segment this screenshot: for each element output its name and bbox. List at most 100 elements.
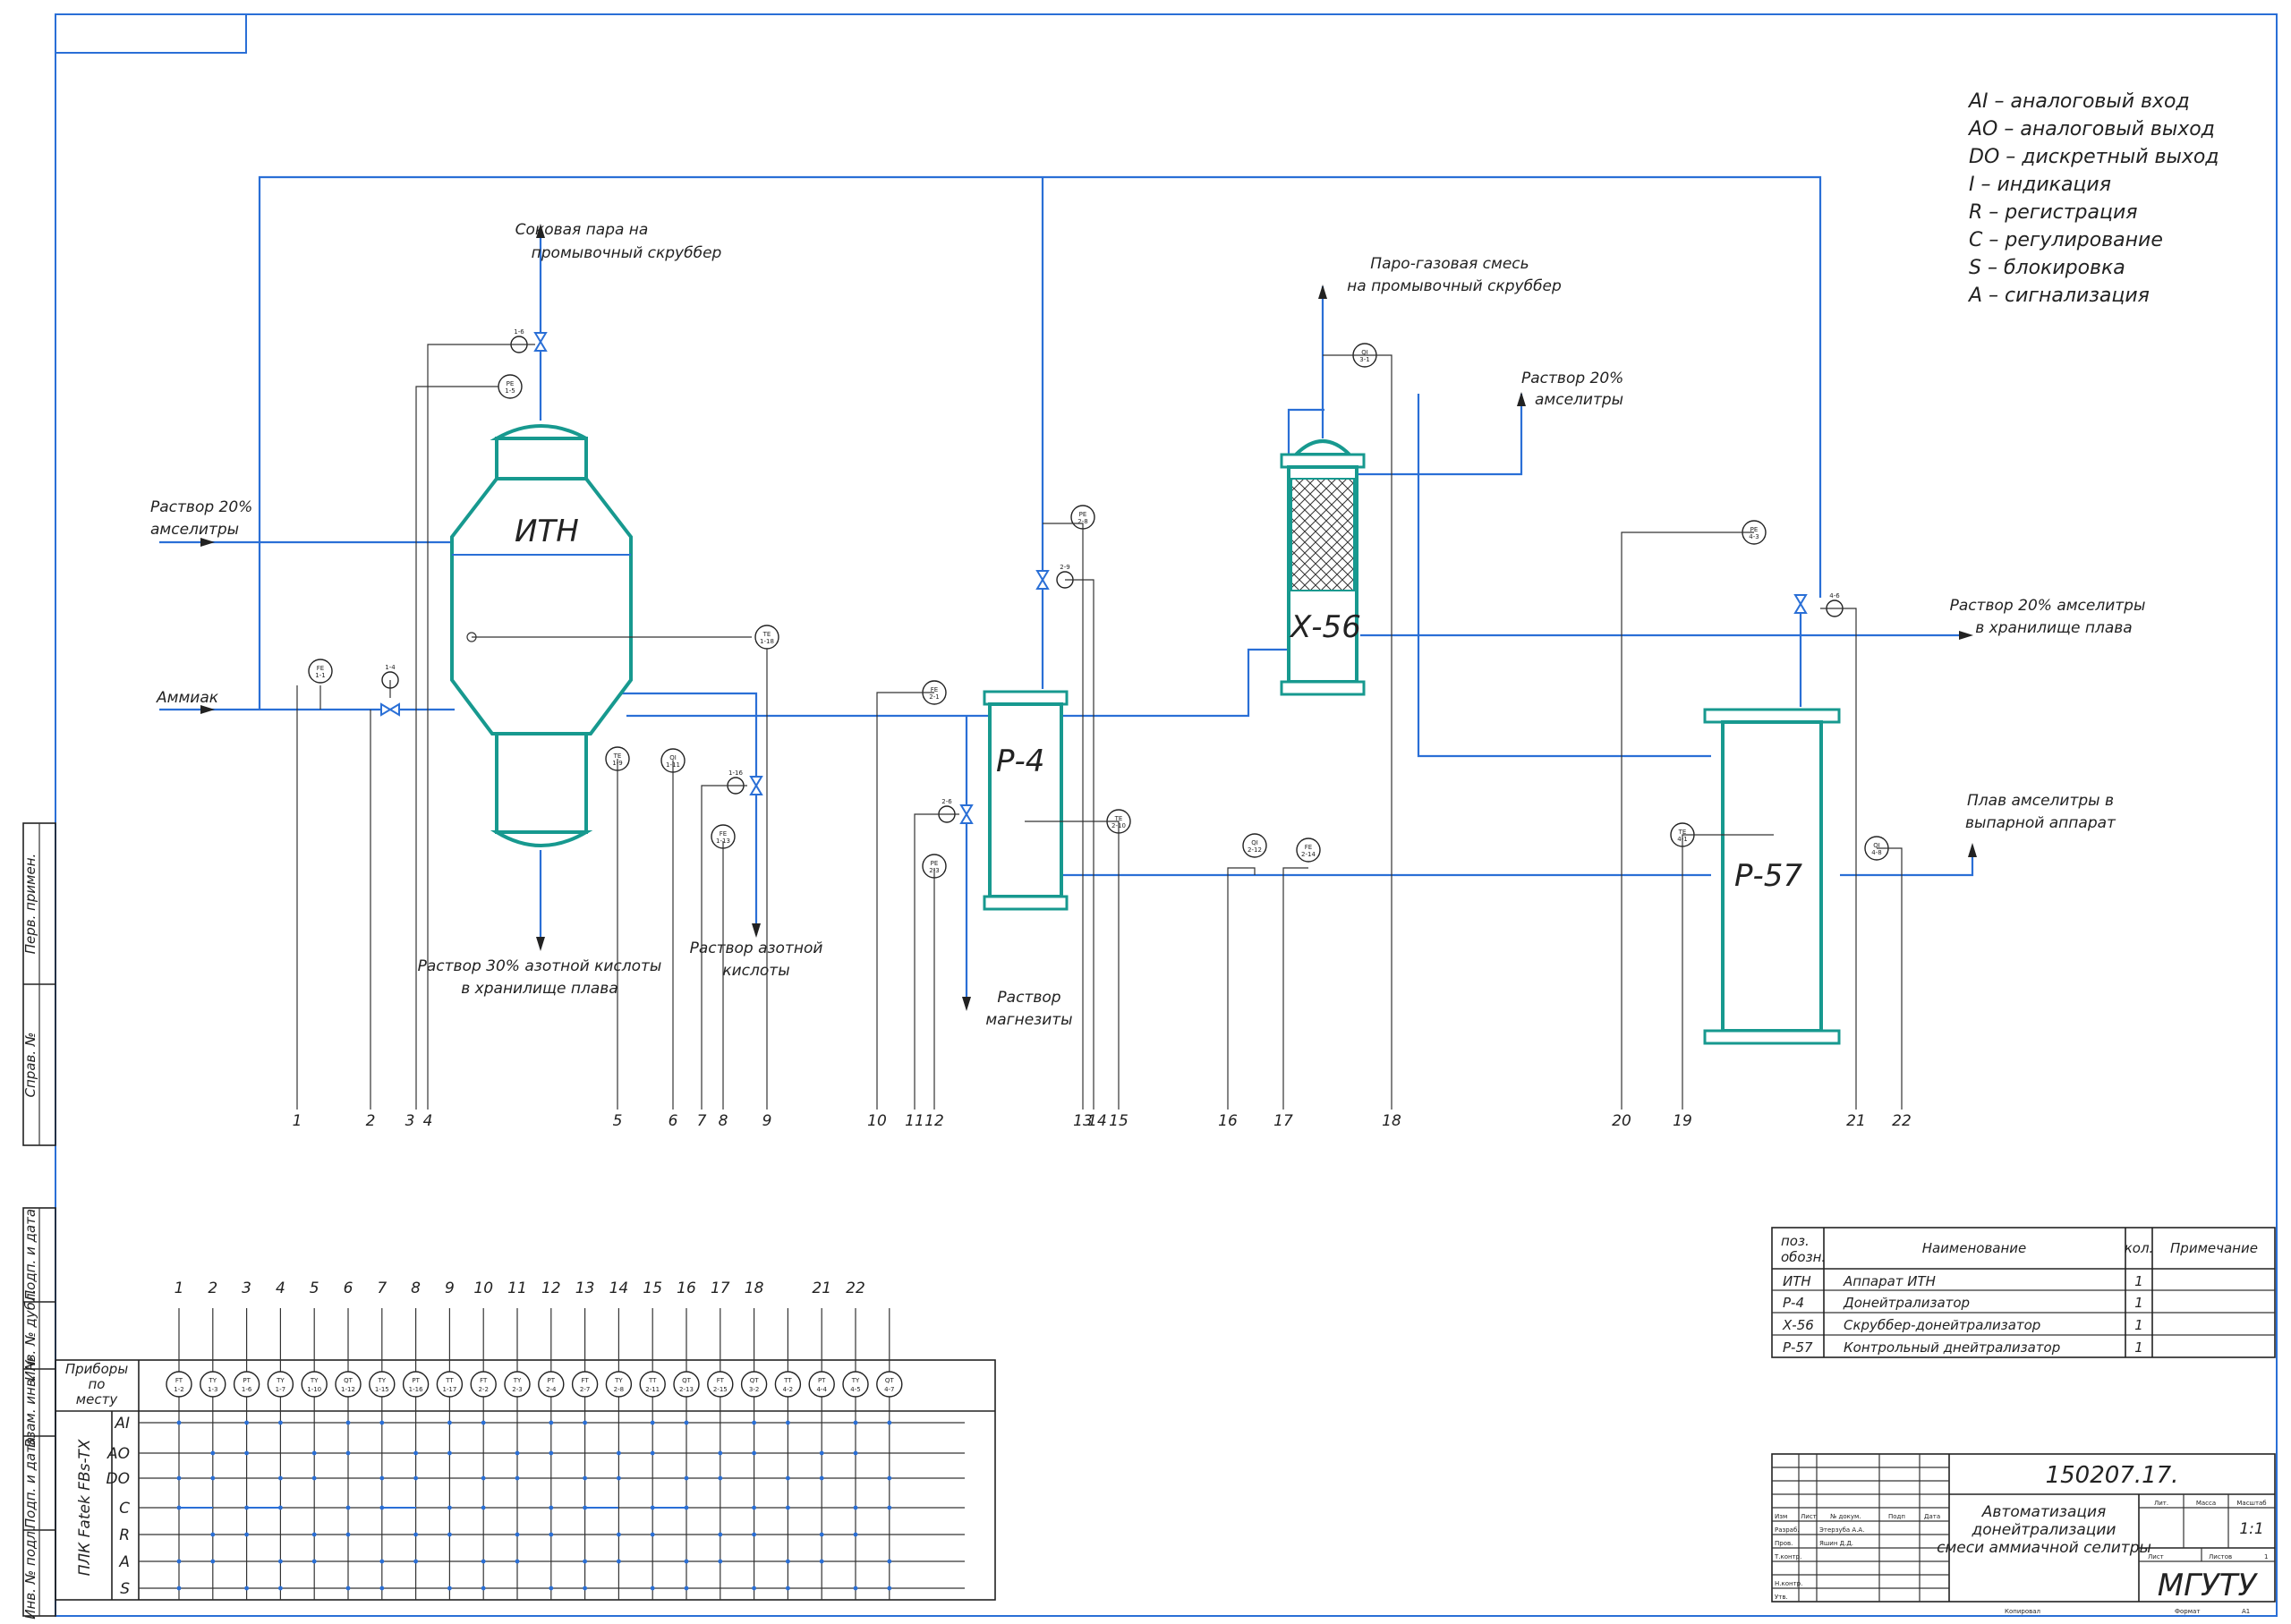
- stamp-sheet: Лист: [2148, 1553, 2164, 1560]
- plc-device: TT 4-2: [774, 1371, 802, 1398]
- stamp-title: Автоматизация: [1981, 1503, 2106, 1521]
- plc-device-letter: FT: [175, 1377, 183, 1384]
- stamp-copied: Копировал: [2005, 1608, 2040, 1615]
- plc-top-number: 18: [745, 1280, 764, 1297]
- scheme-svg: Перв. примен. Справ. № Подп. и дата Инв.…: [22, 13, 2278, 1620]
- plc-device-letter: TY: [851, 1377, 860, 1384]
- side-label-1: Перв. примен.: [22, 854, 38, 955]
- stamp-col: № докум.: [1830, 1513, 1861, 1520]
- stream-label: Плав амселитры в: [1967, 792, 2114, 810]
- stamp-title: смеси аммиачной селитры: [1937, 1539, 2151, 1557]
- legend-item: AO – аналоговый выход: [1967, 118, 2215, 140]
- stamp-name: Яшин Д.Д.: [1819, 1540, 1853, 1547]
- instrument-letter: FE: [317, 665, 324, 672]
- p4-label: Р-4: [996, 744, 1044, 779]
- plc-device-tag: 2-11: [645, 1386, 660, 1393]
- stream-label: Паро-газовая смесь: [1370, 255, 1529, 273]
- stamp-lit: Лит.: [2154, 1500, 2168, 1507]
- devices-header: месту: [76, 1391, 119, 1407]
- line-number: 12: [924, 1112, 944, 1130]
- line-number: 6: [669, 1112, 678, 1130]
- line-number: 4: [423, 1112, 433, 1130]
- instrument-tag: 4-8: [1871, 849, 1881, 856]
- instrument-letter: FE: [1305, 844, 1312, 851]
- stream-label: выпарной аппарат: [1965, 814, 2116, 832]
- plc-device-letter: PT: [818, 1377, 826, 1384]
- plc-device: TT 1-17: [436, 1371, 464, 1398]
- plc-device: TT 2-11: [639, 1371, 666, 1398]
- instrument-bubble: TE1-18: [754, 625, 779, 650]
- plc-device-tag: 4-7: [884, 1386, 894, 1393]
- instrument-bubble: PE1-5: [498, 374, 523, 399]
- instrument-tag: 2-6: [941, 798, 952, 805]
- drawing-frame: Перв. примен. Справ. № Подп. и дата Инв.…: [22, 13, 2278, 1620]
- plc-top-number: 1: [175, 1280, 184, 1297]
- plc-device-tag: 1-10: [307, 1386, 321, 1393]
- plc-top-number: 11: [507, 1280, 527, 1297]
- instrument-bubble: 1-16: [727, 769, 745, 795]
- plc-device-letter: QT: [344, 1377, 353, 1384]
- instrument-bubble: 2-6: [938, 798, 956, 823]
- plc-device-tag: 2-15: [713, 1386, 728, 1393]
- instrument-tag: 2-1: [929, 693, 939, 701]
- plc-device-letter: FT: [582, 1377, 590, 1384]
- plc-device-letter: QT: [682, 1377, 692, 1384]
- line-number: 11: [905, 1112, 924, 1130]
- plc-device: PT 1-16: [402, 1371, 430, 1398]
- spec-table: поз. обозн. Наименование кол. Примечание…: [1771, 1227, 2276, 1358]
- plc-device-tag: 1-7: [276, 1386, 285, 1393]
- plc-label: ПЛК Fatek FBs-TX: [76, 1439, 94, 1576]
- plc-top-number: 3: [242, 1280, 251, 1297]
- stamp-role: Разраб.: [1775, 1526, 1800, 1534]
- line-number: 16: [1218, 1112, 1238, 1130]
- signal-label: R: [119, 1526, 130, 1544]
- plc-device-tag: 1-17: [442, 1386, 456, 1393]
- legend-item: C – регулирование: [1969, 229, 2163, 251]
- line-number: 18: [1382, 1112, 1401, 1130]
- side-label-7: Инв. № подл.: [22, 1526, 38, 1619]
- plc-device-letter: TY: [276, 1377, 285, 1384]
- stream-label: магнезиты: [985, 1011, 1072, 1029]
- instrument-tag: 1-6: [514, 328, 524, 336]
- plc-device: TY 2-8: [605, 1371, 633, 1398]
- plc-device: TY 1-15: [369, 1371, 396, 1398]
- instrument-tag: 1-1: [315, 672, 325, 679]
- spec-name: Контрольный днейтрализатор: [1844, 1339, 2060, 1356]
- spec-qty: 1: [2134, 1295, 2143, 1311]
- plc-device-letter: TY: [378, 1377, 387, 1384]
- stream-label: амселитры: [150, 521, 239, 539]
- plc-grid: AI AO DO CRAS FT 1-2 TY 1-3 PT 1-6 TY 1-7 TY 1-10 QT 1-…: [106, 1280, 965, 1600]
- plc-device: TY 1-10: [301, 1371, 328, 1398]
- instrument-bubble: 4-6: [1826, 592, 1844, 617]
- plc-top-number: 14: [609, 1280, 629, 1297]
- stream-label: Соковая пара на: [515, 221, 649, 239]
- equipment-x56: Х-56: [1280, 439, 1366, 696]
- stream-label: кислоты: [722, 962, 789, 980]
- plc-top-number: 9: [445, 1280, 455, 1297]
- spec-qty: 1: [2134, 1273, 2143, 1289]
- legend-item: DO – дискретный выход: [1969, 146, 2219, 168]
- plc-device: PT 2-4: [538, 1371, 565, 1398]
- line-number: 15: [1109, 1112, 1128, 1130]
- plc-device-tag: 1-6: [242, 1386, 252, 1393]
- plc-device-tag: 2-13: [679, 1386, 694, 1393]
- plc-device-tag: 4-2: [783, 1386, 793, 1393]
- side-label-5: Взам. инв. №: [22, 1356, 38, 1448]
- legend-item: I – индикация: [1969, 174, 2111, 196]
- stream-label: амселитры: [1535, 391, 1623, 409]
- plc-device-letter: FT: [717, 1377, 725, 1384]
- plc-device-letter: QT: [885, 1377, 895, 1384]
- plc-device: PT 4-4: [808, 1371, 835, 1398]
- instrument-bubble: FE1-1: [308, 659, 333, 684]
- signal-label: AI: [114, 1415, 130, 1433]
- line-number: 8: [719, 1112, 728, 1130]
- plc-device-tag: 4-5: [850, 1386, 860, 1393]
- plc-device-letter: FT: [480, 1377, 488, 1384]
- stream-label: Раствор 20%: [1521, 370, 1623, 387]
- plc-device-tag: 3-2: [749, 1386, 759, 1393]
- instrument-letter: PE: [931, 860, 939, 867]
- plc-device-letter: PT: [548, 1377, 556, 1384]
- plc-device: PT 1-6: [233, 1371, 260, 1398]
- spec-pos: Р-57: [1783, 1339, 1813, 1356]
- stamp-col: Подп: [1888, 1513, 1905, 1520]
